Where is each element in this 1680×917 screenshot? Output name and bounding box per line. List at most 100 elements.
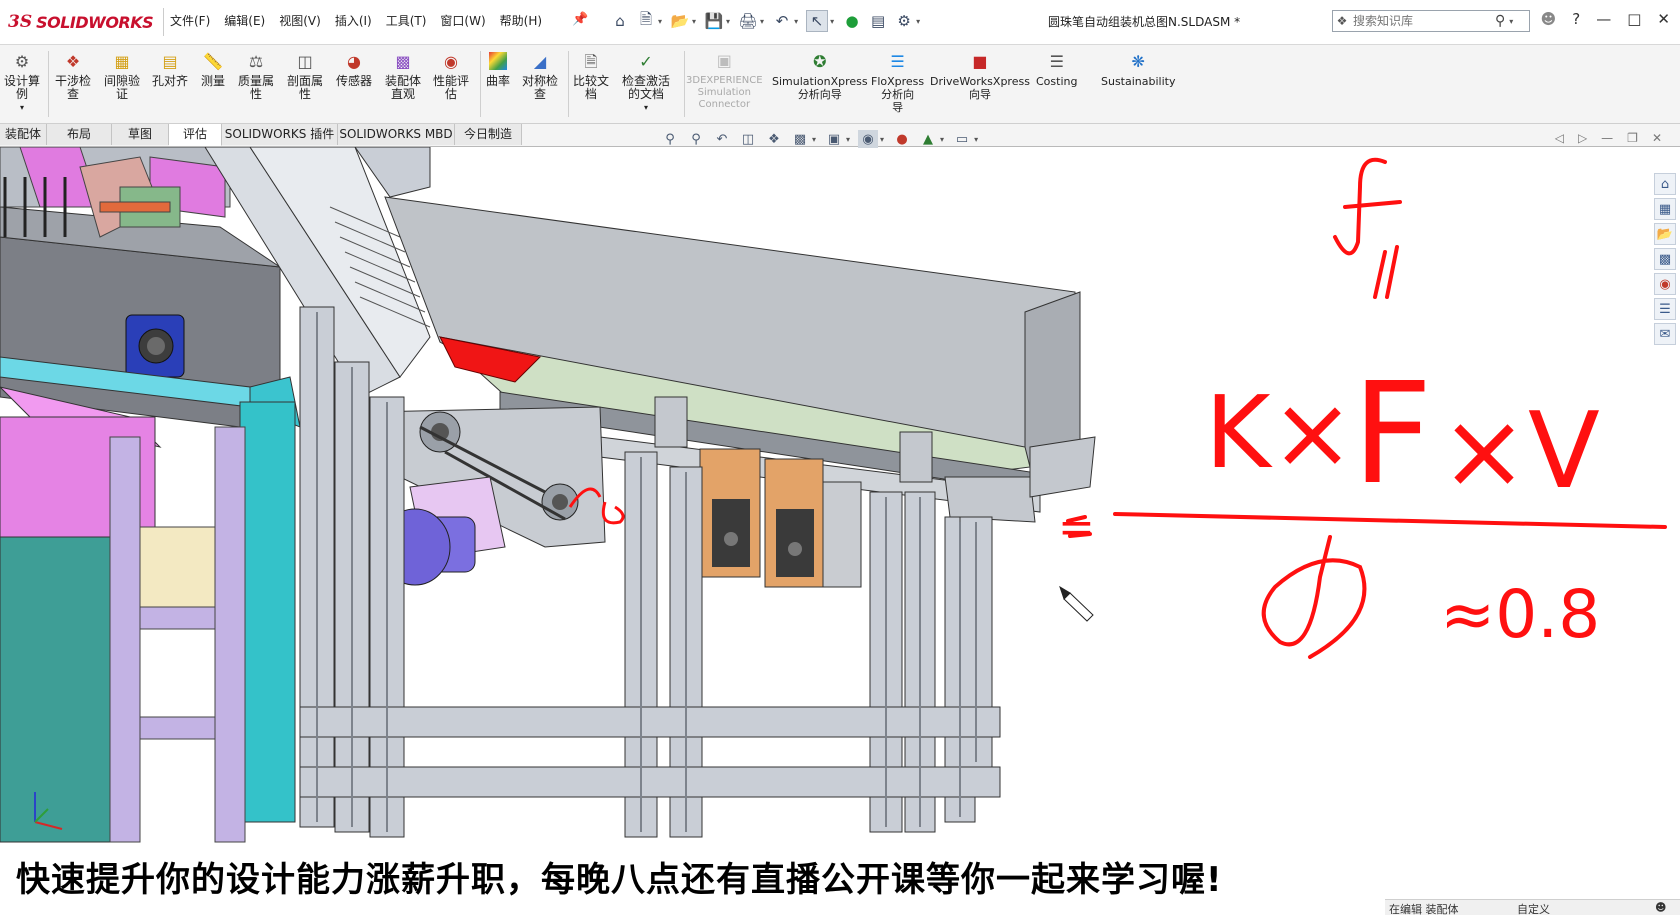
menu-window[interactable]: 窗口(W): [440, 12, 485, 29]
print-icon[interactable]: 🖨: [738, 11, 758, 31]
zoom-to-area-icon[interactable]: ⚲: [686, 130, 706, 148]
pin-menu-icon[interactable]: 📌: [572, 12, 588, 27]
tab-manufacturing-today[interactable]: 今日制造: [455, 124, 522, 145]
mass-properties-button[interactable]: ⚖ 质量属 性: [238, 49, 274, 101]
performance-evaluation-button[interactable]: ◉ 性能评 估: [433, 49, 469, 101]
search-input[interactable]: [1351, 13, 1495, 29]
edit-appearance-icon[interactable]: ●: [892, 130, 912, 148]
chevron-down-icon[interactable]: ▾: [644, 101, 648, 114]
file-explorer-icon[interactable]: 📂: [1654, 223, 1676, 245]
chevron-down-icon[interactable]: ▾: [880, 135, 884, 144]
chevron-down-icon[interactable]: ▾: [916, 17, 920, 26]
status-units[interactable]: 自定义: [1517, 901, 1550, 917]
view-palette-icon[interactable]: ▩: [1654, 248, 1676, 270]
section-properties-button[interactable]: ◫ 剖面属 性: [287, 49, 323, 101]
file-properties-icon[interactable]: ▤: [868, 11, 888, 31]
curvature-button[interactable]: 曲率: [486, 49, 510, 88]
menu-tools[interactable]: 工具(T): [386, 12, 427, 29]
logo-name: SOLIDWORKS: [36, 12, 154, 32]
search-scope-icon[interactable]: ❖: [1333, 14, 1351, 28]
measure-button[interactable]: 📏 测量: [201, 49, 225, 88]
previous-view-icon[interactable]: ↶: [712, 130, 732, 148]
formula-numerator-mid: F: [1352, 353, 1433, 516]
dynamic-annotation-icon[interactable]: ❖: [764, 130, 784, 148]
hole-alignment-button[interactable]: ▤ 孔对齐: [152, 49, 188, 88]
maximize-icon[interactable]: □: [1627, 10, 1641, 28]
undo-icon[interactable]: ↶: [772, 11, 792, 31]
driveworksxpress-button[interactable]: ■ DriveWorksXpress 向导: [930, 49, 1030, 101]
design-library-icon[interactable]: ▦: [1654, 198, 1676, 220]
menu-edit[interactable]: 编辑(E): [224, 12, 265, 29]
floxpress-button[interactable]: ☰ FloXpress 分析向 导: [871, 49, 924, 114]
previous-pane-icon[interactable]: ◁: [1555, 131, 1564, 145]
help-button[interactable]: ?: [1572, 10, 1580, 28]
save-icon[interactable]: 💾: [704, 11, 724, 31]
assembly-visualization-button[interactable]: ▩ 装配体 直观: [385, 49, 421, 101]
chevron-down-icon[interactable]: ▾: [794, 17, 798, 26]
chevron-down-icon[interactable]: ▾: [812, 135, 816, 144]
interference-check-button[interactable]: ❖ 干涉检 查: [55, 49, 91, 101]
sustainability-button[interactable]: ❋ Sustainability: [1101, 49, 1175, 88]
close-icon[interactable]: ✕: [1657, 10, 1670, 28]
solidworks-resources-home-icon[interactable]: ⌂: [1654, 173, 1676, 195]
3dexperience-connector-button[interactable]: ▣ 3DEXPERIENCE Simulation Connector: [686, 49, 763, 111]
viewport-close-icon[interactable]: ✕: [1652, 131, 1662, 145]
zoom-to-fit-icon[interactable]: ⚲: [660, 130, 680, 148]
hide-show-items-icon[interactable]: ◉: [858, 130, 879, 148]
viewport-minimize-icon[interactable]: —: [1601, 131, 1613, 145]
forum-icon[interactable]: ✉: [1654, 323, 1676, 345]
home-icon[interactable]: ⌂: [610, 11, 630, 31]
simulationxpress-button[interactable]: ✪ SimulationXpress 分析向导: [772, 49, 868, 101]
separator: [684, 51, 685, 117]
costing-button[interactable]: ☰ Costing: [1036, 49, 1077, 88]
design-study-button[interactable]: ⚙ 设计算 例 ▾: [4, 49, 40, 114]
user-account-icon[interactable]: ☻: [1541, 10, 1557, 28]
status-icon[interactable]: ☻: [1655, 901, 1666, 914]
chevron-down-icon[interactable]: ▾: [692, 17, 696, 26]
chevron-down-icon[interactable]: ▾: [846, 135, 850, 144]
check-active-document-button[interactable]: ✓ 检查激活 的文档 ▾: [622, 49, 670, 114]
chevron-down-icon[interactable]: ▾: [658, 17, 662, 26]
appearances-scenes-icon[interactable]: ◉: [1654, 273, 1676, 295]
chevron-down-icon[interactable]: ▾: [974, 135, 978, 144]
options-gear-icon[interactable]: ⚙: [894, 11, 914, 31]
minimize-icon[interactable]: —: [1596, 10, 1611, 28]
chevron-down-icon[interactable]: ▾: [940, 135, 944, 144]
next-pane-icon[interactable]: ▷: [1578, 131, 1587, 145]
open-folder-icon[interactable]: 📂: [670, 11, 690, 31]
tab-sketch[interactable]: 草图: [112, 124, 169, 145]
display-style-icon[interactable]: ▣: [824, 130, 844, 148]
tab-layout[interactable]: 布局: [47, 124, 112, 145]
chevron-down-icon[interactable]: ▾: [1509, 17, 1513, 26]
tab-solidworks-addins[interactable]: SOLIDWORKS 插件: [222, 124, 338, 145]
new-document-icon[interactable]: 🗎: [636, 10, 656, 31]
sensor-button[interactable]: ◕ 传感器: [336, 49, 372, 88]
custom-properties-icon[interactable]: ☰: [1654, 298, 1676, 320]
view-settings-icon[interactable]: ▭: [952, 130, 972, 148]
clearance-verification-button[interactable]: ▦ 间隙验 证: [104, 49, 140, 101]
tab-solidworks-mbd[interactable]: SOLIDWORKS MBD: [338, 124, 455, 145]
separator: [480, 51, 481, 117]
menu-file[interactable]: 文件(F): [170, 12, 210, 29]
apply-scene-icon[interactable]: ▲: [918, 130, 938, 148]
menu-help[interactable]: 帮助(H): [500, 12, 542, 29]
view-orientation-icon[interactable]: ▩: [790, 130, 810, 148]
menu-insert[interactable]: 插入(I): [335, 12, 372, 29]
tab-evaluate[interactable]: 评估: [169, 124, 222, 146]
select-cursor-icon[interactable]: ↖: [806, 10, 829, 32]
solidworks-logo[interactable]: 3S SOLIDWORKS: [8, 8, 165, 36]
viewport-restore-icon[interactable]: ❐: [1627, 131, 1638, 145]
chevron-down-icon[interactable]: ▾: [20, 101, 24, 114]
rebuild-traffic-light-icon[interactable]: ●: [842, 11, 862, 31]
knowledge-search-box[interactable]: ❖ ⚲ ▾: [1332, 10, 1530, 32]
chevron-down-icon[interactable]: ▾: [760, 17, 764, 26]
tab-assembly[interactable]: 装配体: [0, 124, 47, 145]
graphics-area[interactable]: f K× F ×V = η ≈0.8: [0, 147, 1680, 844]
compare-documents-button[interactable]: 🗎 比较文 档: [573, 49, 609, 101]
chevron-down-icon[interactable]: ▾: [726, 17, 730, 26]
menu-view[interactable]: 视图(V): [279, 12, 321, 29]
symmetry-check-button[interactable]: ◢ 对称检 查: [522, 49, 558, 101]
section-view-icon[interactable]: ◫: [738, 130, 758, 148]
chevron-down-icon[interactable]: ▾: [830, 17, 834, 26]
search-icon[interactable]: ⚲: [1495, 13, 1505, 29]
